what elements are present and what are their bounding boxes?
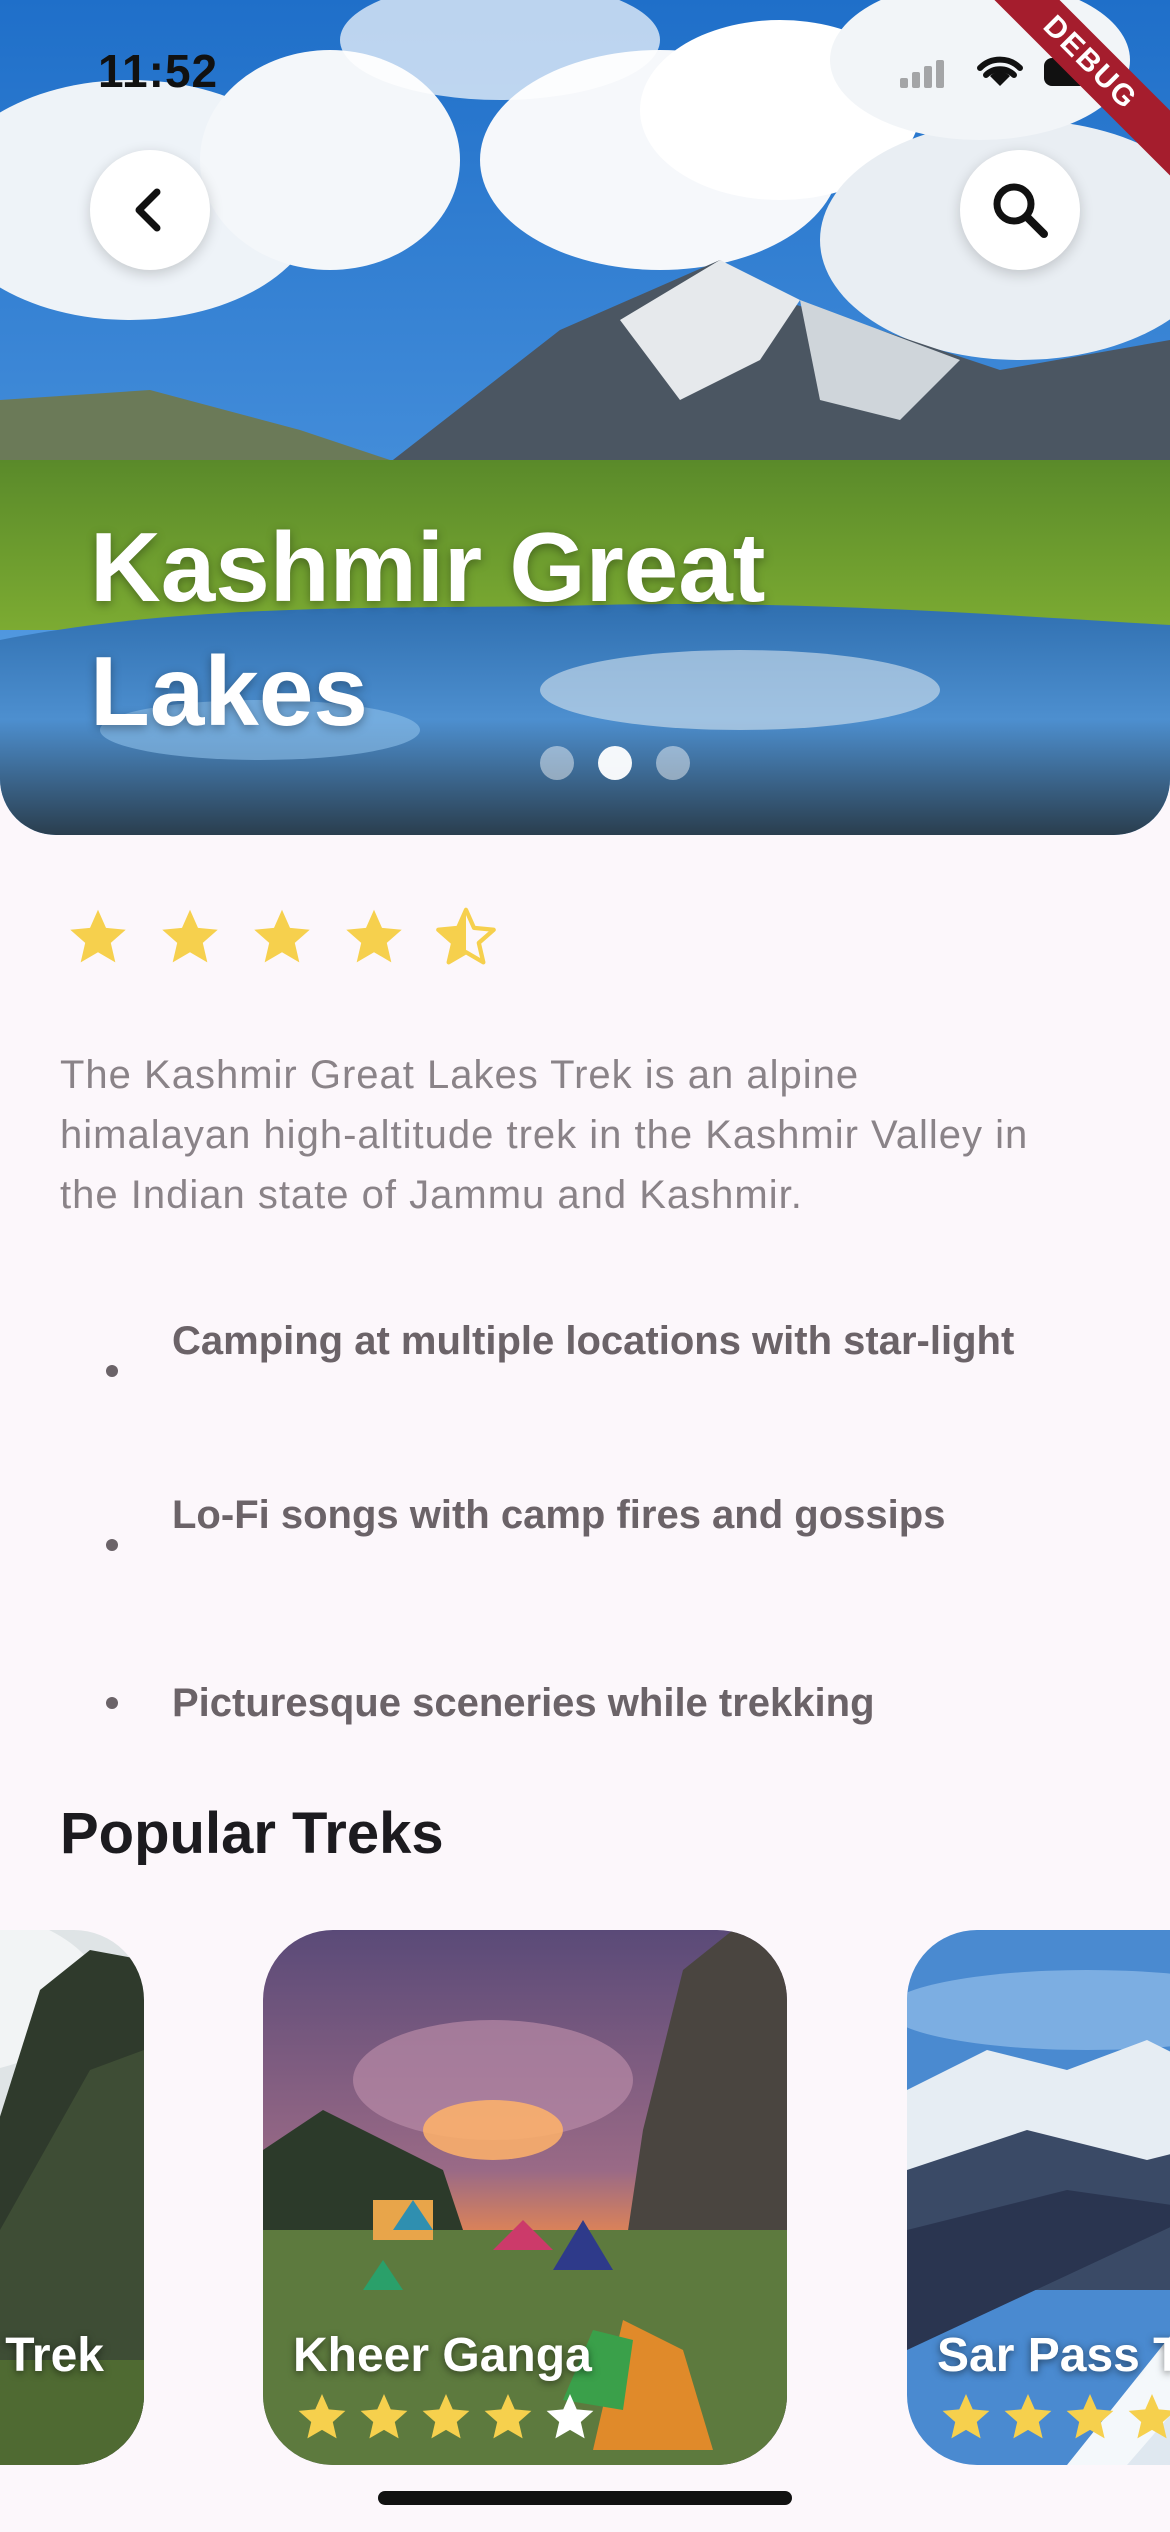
wifi-icon	[977, 56, 1023, 86]
list-item: Camping at multiple locations with star-…	[60, 1310, 1080, 1377]
star-icon	[1128, 2394, 1170, 2439]
star-icon	[1066, 2394, 1114, 2439]
trek-card[interactable]: Trek	[0, 1930, 144, 2465]
star-icon	[346, 909, 402, 963]
trek-detail-screen: 11:52 DEBUG Kashmir Great Lakes The Kash…	[0, 0, 1170, 2532]
bullet-icon	[106, 1365, 118, 1377]
trek-card[interactable]: Kheer Ganga	[263, 1930, 787, 2465]
carousel-indicator	[540, 745, 690, 781]
bullet-icon	[106, 1539, 118, 1551]
feature-text: Camping at multiple locations with star-…	[172, 1319, 1015, 1363]
list-item: Picturesque sceneries while trekking	[60, 1672, 1080, 1734]
trek-card[interactable]: Sar Pass T	[907, 1930, 1170, 2465]
bullet-icon	[106, 1697, 118, 1709]
star-icon	[484, 2394, 532, 2439]
trek-card-name: Kheer Ganga	[293, 2329, 592, 2382]
list-item: Lo-Fi songs with camp fires and gossips	[60, 1484, 1080, 1551]
search-icon	[993, 183, 1048, 238]
chevron-left-icon	[135, 188, 161, 232]
star-icon	[1004, 2394, 1052, 2439]
home-indicator[interactable]	[378, 2491, 792, 2505]
trek-title: Kashmir Great Lakes	[90, 505, 890, 753]
trek-card-rating	[295, 2390, 597, 2444]
carousel-dot[interactable]	[540, 746, 574, 780]
feature-text: Lo-Fi songs with camp fires and gossips	[172, 1493, 946, 1537]
trek-rating	[66, 905, 498, 969]
status-bar: 11:52	[0, 0, 1170, 150]
trek-card-name: Sar Pass T	[937, 2329, 1170, 2382]
feature-text: Picturesque sceneries while trekking	[172, 1681, 875, 1725]
star-icon	[70, 909, 126, 963]
trek-card-image	[0, 1930, 144, 2465]
carousel-dot-active[interactable]	[598, 746, 632, 780]
star-icon	[254, 909, 310, 963]
star-icon	[162, 909, 218, 963]
trek-description: The Kashmir Great Lakes Trek is an alpin…	[60, 1053, 1029, 1217]
star-empty-icon	[546, 2394, 594, 2439]
star-icon	[360, 2394, 408, 2439]
trek-card-image	[263, 1930, 787, 2465]
search-button[interactable]	[960, 150, 1080, 270]
trek-card-image	[907, 1930, 1170, 2465]
trek-title-line-2: Lakes	[90, 636, 368, 746]
popular-treks-heading: Popular Treks	[60, 1801, 444, 1866]
star-icon	[422, 2394, 470, 2439]
trek-card-name: Trek	[5, 2329, 104, 2382]
star-icon	[942, 2394, 990, 2439]
trek-title-line-1: Kashmir Great	[90, 512, 766, 622]
signal-icon	[900, 60, 944, 88]
trek-card-rating	[939, 2390, 1170, 2444]
back-button[interactable]	[90, 150, 210, 270]
star-icon	[298, 2394, 346, 2439]
star-half-icon	[436, 907, 496, 965]
carousel-dot[interactable]	[656, 746, 690, 780]
hero-image-carousel[interactable]: 11:52 DEBUG Kashmir Great Lakes	[0, 0, 1170, 835]
status-time: 11:52	[98, 45, 219, 97]
